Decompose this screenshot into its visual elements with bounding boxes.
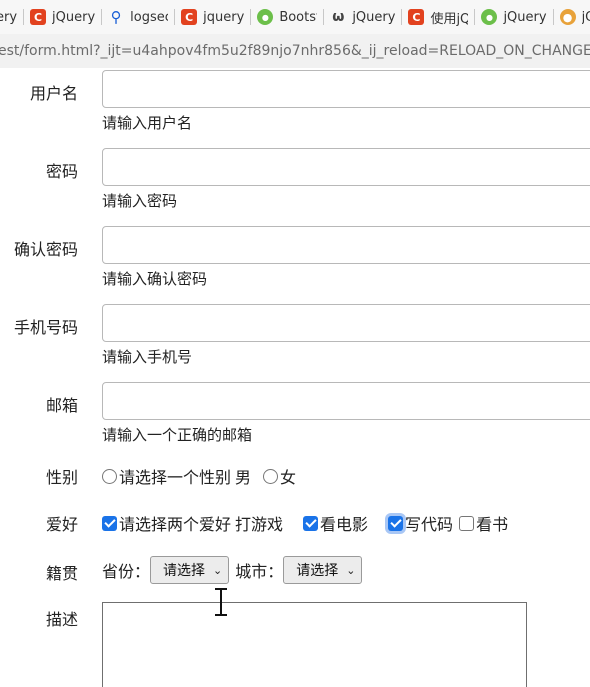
phone-input[interactable] (102, 304, 590, 342)
bookmark-item[interactable]: ● jQuery (475, 0, 552, 34)
email-input[interactable] (102, 382, 590, 420)
bookmark-item[interactable]: C 使用jQ (402, 0, 474, 34)
username-input[interactable] (102, 70, 590, 108)
province-select[interactable]: 请选择 ⌄ (150, 556, 230, 584)
address-bar[interactable]: est/form.html?_ijt=u4ahpov4fm5u2f89njo7n… (0, 34, 590, 68)
description-textarea[interactable] (102, 602, 527, 687)
hometown-label: 籍贯 (45, 564, 78, 583)
city-select-value: 请选择 (296, 563, 339, 579)
runoob-icon: ● (481, 9, 498, 25)
password-input[interactable] (102, 148, 590, 186)
lion-icon: ● (559, 9, 576, 25)
bookmark-item[interactable]: ⚲ logsec (102, 0, 174, 34)
bookmark-label: jQ (581, 9, 590, 25)
registration-form: 用户名 请输入用户名 密码 请输入密码 确认密码 请输入确认密码 手机号码 请输… (0, 68, 590, 687)
bookmarks-bar: ery C jQuery ⚲ logsec C jquery ● Bootst … (0, 0, 590, 34)
address-url[interactable]: est/form.html?_ijt=u4ahpov4fm5u2f89njo7n… (0, 43, 590, 59)
runoob-icon: ● (257, 9, 274, 25)
username-hint: 请输入用户名 (102, 114, 193, 132)
omega-icon: ω (332, 9, 345, 25)
password-hint: 请输入密码 (102, 192, 178, 210)
city-label: 城市： (235, 562, 284, 581)
csdn-c-icon: C (181, 9, 198, 25)
hobby-label: 爱好 (45, 515, 78, 534)
bookmark-label: logsec (130, 9, 169, 25)
confirm-password-input[interactable] (102, 226, 590, 264)
bookmark-label: 使用jQ (430, 11, 469, 27)
hobby-option-label: 打游戏 (235, 515, 284, 534)
bookmark-label: ery (0, 9, 18, 25)
city-select[interactable]: 请选择 ⌄ (283, 556, 363, 584)
bookmark-label: jQuery (352, 9, 396, 25)
hobby-checkbox-prompt[interactable] (102, 515, 117, 531)
gender-radio-female[interactable] (263, 468, 279, 484)
hobby-option-label: 请选择两个爱好 (119, 515, 232, 534)
chevron-down-icon: ⌄ (346, 563, 356, 577)
phone-label: 手机号码 (13, 318, 78, 337)
hobby-option-label: 写代码 (405, 515, 454, 534)
email-label: 邮箱 (45, 396, 78, 415)
gender-option-label: 请选择一个性别 (119, 468, 232, 487)
province-select-value: 请选择 (163, 563, 206, 579)
bookmark-item[interactable]: ● jQ (554, 0, 590, 34)
gender-options: 请选择一个性别 男 女 (102, 464, 296, 488)
confirm-password-label: 确认密码 (13, 240, 78, 259)
phone-hint: 请输入手机号 (102, 348, 193, 366)
username-label: 用户名 (29, 84, 78, 103)
bookmark-label: jQuery (503, 9, 547, 25)
hobby-option-label: 看电影 (320, 515, 369, 534)
chevron-down-icon: ⌄ (213, 563, 223, 577)
hobby-checkbox-movie[interactable] (303, 515, 319, 531)
gender-option-label: 女 (280, 468, 297, 487)
bookmark-label: jquery (203, 9, 245, 25)
hometown-row: 省份： 请选择 ⌄ 城市： 请选择 ⌄ (102, 556, 363, 584)
hobby-option-label: 看书 (476, 515, 509, 534)
confirm-password-hint: 请输入确认密码 (102, 270, 208, 288)
hobby-options: 请选择两个爱好 打游戏 看电影 写代码 看书 (102, 511, 508, 535)
bookmark-item[interactable]: ● Bootst (251, 0, 323, 34)
search-icon: ⚲ (110, 8, 122, 26)
password-label: 密码 (45, 162, 78, 181)
bookmark-label: Bootst (279, 9, 318, 25)
text-cursor-icon (211, 586, 231, 618)
bookmark-label: jQuery (52, 9, 96, 25)
province-label: 省份： (102, 562, 151, 581)
csdn-c-icon: C (408, 9, 425, 25)
bookmark-item[interactable]: ω jQuery (324, 0, 401, 34)
csdn-c-icon: C (30, 9, 47, 25)
gender-label: 性别 (45, 468, 78, 487)
hobby-checkbox-book[interactable] (459, 515, 475, 531)
hobby-checkbox-code[interactable] (388, 515, 404, 531)
bookmark-item[interactable]: C jQuery (24, 0, 101, 34)
gender-option-label: 男 (235, 468, 252, 487)
description-label: 描述 (45, 610, 78, 629)
gender-radio-prompt[interactable] (102, 468, 117, 484)
email-hint: 请输入一个正确的邮箱 (102, 426, 253, 444)
bookmark-item[interactable]: ery (0, 0, 23, 34)
bookmark-item[interactable]: C jquery (175, 0, 250, 34)
